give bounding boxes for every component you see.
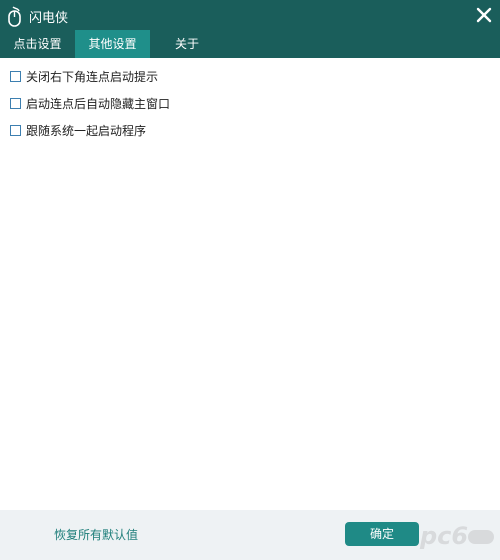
restore-defaults-link[interactable]: 恢复所有默认值 bbox=[54, 526, 138, 543]
ok-button[interactable]: 确定 bbox=[345, 522, 419, 546]
pc6-watermark-logo: pc6 bbox=[419, 522, 494, 550]
mouse-icon bbox=[8, 6, 21, 27]
option-label: 关闭右下角连点启动提示 bbox=[26, 69, 159, 84]
tab-click-settings[interactable]: 点击设置 bbox=[0, 30, 75, 58]
checkbox[interactable] bbox=[10, 97, 21, 109]
footer-bar: 恢复所有默认值 确定 pc6 bbox=[0, 510, 500, 560]
option-disable-start-tip[interactable]: 关闭右下角连点启动提示 bbox=[10, 68, 158, 84]
checkbox[interactable] bbox=[10, 70, 21, 82]
option-label: 跟随系统一起启动程序 bbox=[26, 123, 147, 138]
close-icon[interactable] bbox=[472, 3, 496, 27]
option-label: 启动连点后自动隐藏主窗口 bbox=[26, 96, 171, 111]
checkbox[interactable] bbox=[10, 124, 21, 136]
option-launch-on-startup[interactable]: 跟随系统一起启动程序 bbox=[10, 122, 146, 138]
option-auto-hide-window[interactable]: 启动连点后自动隐藏主窗口 bbox=[10, 95, 170, 111]
tab-other-settings[interactable]: 其他设置 bbox=[75, 30, 150, 58]
window-title: 闪电侠 bbox=[29, 11, 69, 26]
settings-panel: 关闭右下角连点启动提示 启动连点后自动隐藏主窗口 跟随系统一起启动程序 bbox=[0, 58, 500, 510]
tab-bar: 点击设置 其他设置 关于 bbox=[0, 30, 500, 58]
title-bar: 闪电侠 bbox=[0, 0, 500, 30]
tab-about[interactable]: 关于 bbox=[162, 30, 212, 58]
watermark-text: pc6 bbox=[419, 522, 468, 550]
